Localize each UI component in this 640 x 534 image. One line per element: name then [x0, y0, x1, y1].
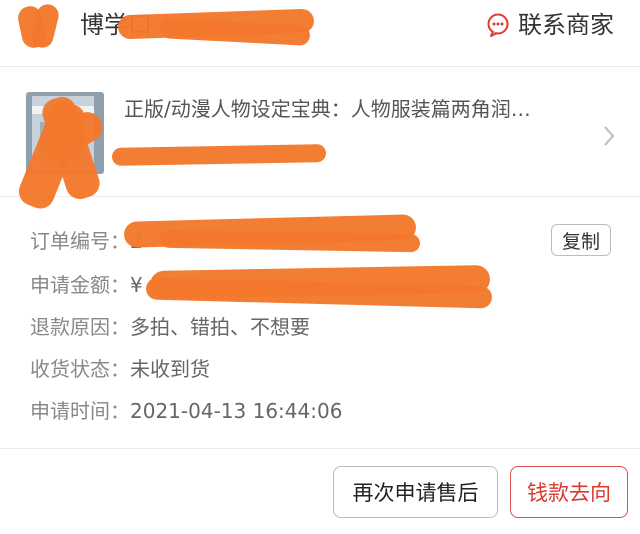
redaction-mark	[111, 144, 327, 166]
reason-row: 退款原因：多拍、错拍、不想要	[30, 312, 310, 342]
reason-value: 多拍、错拍、不想要	[130, 315, 310, 339]
contact-seller-label: 联系商家	[518, 11, 614, 39]
header-divider	[0, 66, 640, 67]
product-divider	[0, 196, 640, 197]
reason-label: 退款原因：	[30, 315, 130, 339]
apply-time-label: 申请时间：	[30, 399, 130, 423]
receipt-status-row: 收货状态：未收到货	[30, 354, 210, 384]
chat-bubble-icon	[487, 13, 509, 37]
amount-row: 申请金额：¥	[30, 270, 143, 300]
redaction-mark	[159, 229, 421, 253]
receipt-status-label: 收货状态：	[30, 357, 130, 381]
amount-label: 申请金额：	[30, 273, 130, 297]
copy-button[interactable]: 复制	[551, 224, 611, 256]
actions-divider	[0, 448, 640, 449]
apply-time-value: 2021-04-13 16:44:06	[130, 399, 343, 423]
receipt-status-value: 未收到货	[130, 357, 210, 381]
refund-trace-button[interactable]: 钱款去向	[510, 466, 628, 518]
contact-seller-button[interactable]: 联系商家	[486, 8, 614, 42]
order-number-label: 订单编号：	[30, 229, 130, 253]
chevron-right-icon[interactable]	[600, 124, 618, 148]
apply-time-row: 申请时间：2021-04-13 16:44:06	[30, 396, 342, 426]
reapply-after-sale-button[interactable]: 再次申请售后	[333, 466, 498, 518]
amount-value: ¥	[130, 273, 143, 297]
product-title[interactable]: 正版/动漫人物设定宝典：人物服装篇两角润…	[124, 94, 574, 124]
